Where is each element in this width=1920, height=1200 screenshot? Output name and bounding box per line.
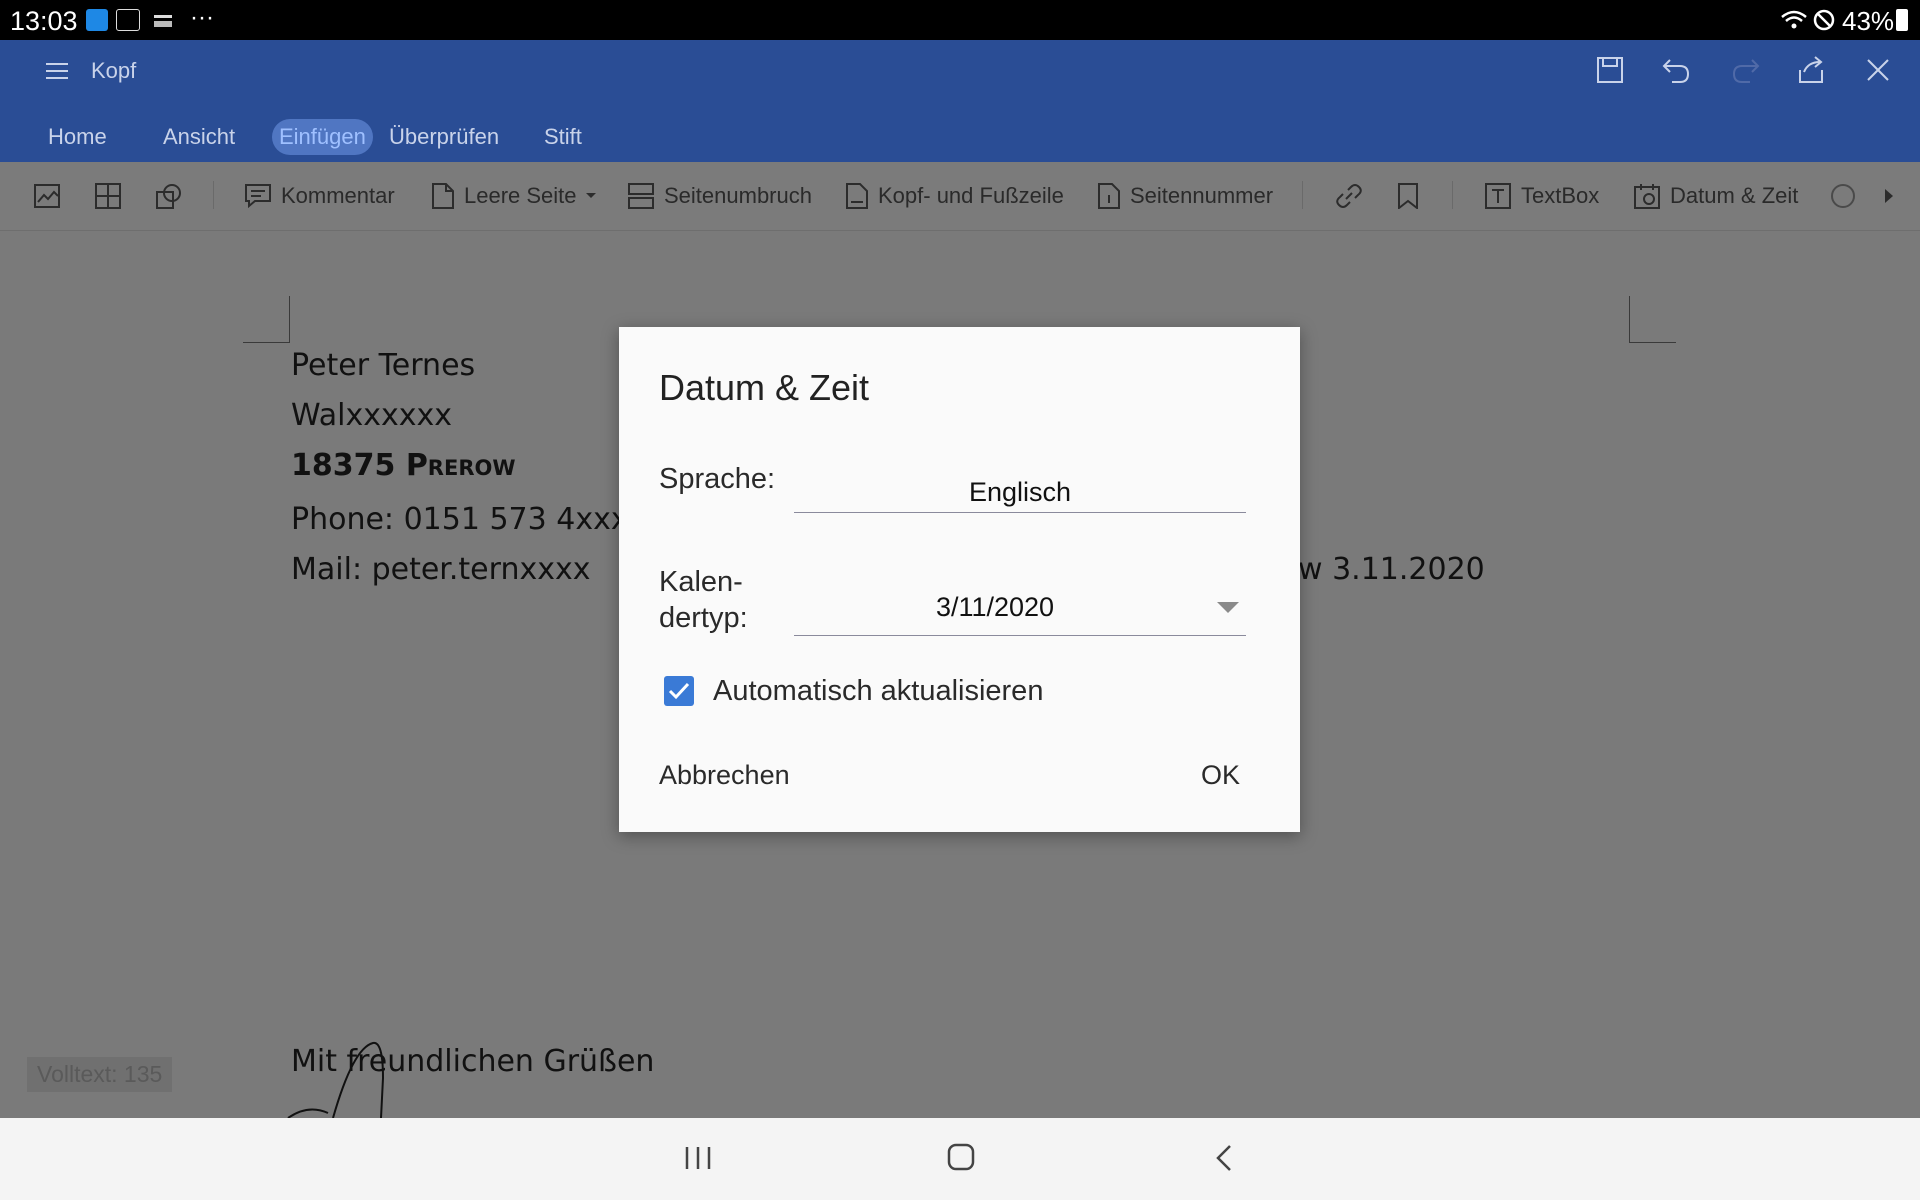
tab-einfuegen[interactable]: Einfügen	[272, 119, 373, 155]
dropdown-arrow-icon	[1217, 602, 1239, 613]
notification-icon	[116, 9, 140, 31]
system-nav-bar	[0, 1118, 1920, 1200]
share-icon[interactable]	[1796, 56, 1826, 89]
document-title: Kopf	[91, 58, 137, 83]
app-notification-icon	[86, 9, 108, 31]
language-field[interactable]: Englisch	[794, 472, 1246, 513]
calendar-type-label-line2: dertyp:	[659, 602, 748, 634]
wifi-icon	[1780, 9, 1808, 31]
calendar-type-value: 3/11/2020	[935, 592, 1055, 622]
app-bar: Kopf Home Ansicht Einfügen Überprüfen St…	[0, 40, 1920, 162]
amazon-icon	[152, 9, 174, 31]
tab-home[interactable]: Home	[41, 119, 114, 155]
status-bar: 13:03 ··· 43%	[0, 0, 1920, 40]
menu-icon[interactable]	[46, 62, 68, 85]
home-icon[interactable]	[947, 1143, 975, 1176]
tab-ueberpruefen[interactable]: Überprüfen	[382, 119, 506, 155]
redo-icon[interactable]	[1730, 56, 1760, 89]
status-time: 13:03	[10, 6, 78, 36]
language-value: Englisch	[968, 477, 1072, 507]
auto-update-label[interactable]: Automatisch aktualisieren	[713, 673, 1043, 709]
calendar-type-label: Kalen- dertyp:	[659, 564, 748, 636]
battery-icon	[1896, 9, 1908, 31]
calendar-type-dropdown[interactable]: 3/11/2020	[794, 579, 1246, 636]
dialog-title: Datum & Zeit	[659, 367, 870, 408]
battery-percent: 43%	[1842, 6, 1895, 36]
calendar-type-label-line1: Kalen-	[659, 566, 743, 598]
ok-button[interactable]: OK	[1201, 760, 1240, 791]
language-label: Sprache:	[659, 463, 776, 495]
back-icon[interactable]	[1215, 1144, 1233, 1177]
checkmark-icon	[668, 682, 690, 700]
tab-stift[interactable]: Stift	[537, 119, 589, 155]
undo-icon[interactable]	[1662, 56, 1692, 89]
do-not-disturb-icon	[1812, 9, 1836, 31]
recent-apps-icon[interactable]	[684, 1145, 712, 1176]
close-icon[interactable]	[1866, 58, 1890, 87]
tab-ansicht[interactable]: Ansicht	[156, 119, 242, 155]
more-notifications-icon: ···	[190, 4, 214, 31]
save-icon[interactable]	[1596, 56, 1624, 89]
auto-update-checkbox[interactable]	[664, 676, 694, 706]
date-time-dialog: Datum & Zeit Sprache: Englisch Kalen- de…	[619, 327, 1300, 832]
cancel-button[interactable]: Abbrechen	[659, 760, 790, 791]
